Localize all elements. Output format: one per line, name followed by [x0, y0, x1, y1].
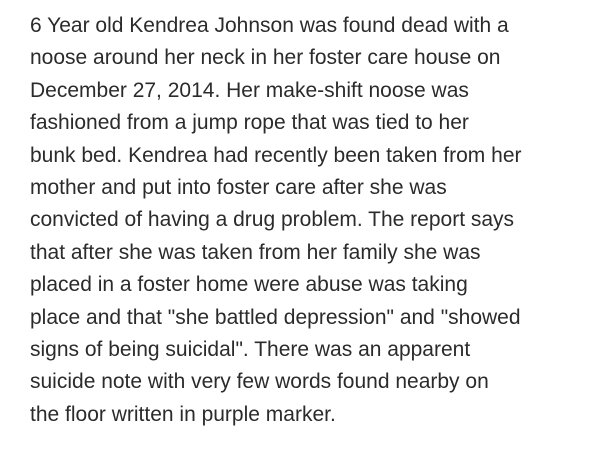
- text-line: mother and put into foster care after sh…: [30, 176, 447, 200]
- text-line: December 27, 2014. Her make-shift noose …: [30, 78, 469, 102]
- text-line: 6 Year old Kendrea Johnson was found dea…: [30, 14, 509, 37]
- text-line: convicted of having a drug problem. The …: [30, 208, 515, 232]
- text-line: placed in a foster home were abuse was t…: [30, 273, 468, 297]
- article-text: 6 Year old Kendrea Johnson was found dea…: [30, 10, 596, 431]
- text-line: bunk bed. Kendrea had recently been take…: [30, 143, 522, 167]
- text-line: that after she was taken from her family…: [30, 240, 481, 264]
- text-line: suicide note with very few words found n…: [30, 370, 489, 394]
- text-line: the floor written in purple marker.: [30, 402, 336, 426]
- text-line: signs of being suicidal". There was an a…: [30, 338, 471, 362]
- text-line: place and that "she battled depression" …: [30, 305, 521, 329]
- text-line: noose around her neck in her foster care…: [30, 46, 501, 70]
- text-line: fashioned from a jump rope that was tied…: [30, 111, 469, 135]
